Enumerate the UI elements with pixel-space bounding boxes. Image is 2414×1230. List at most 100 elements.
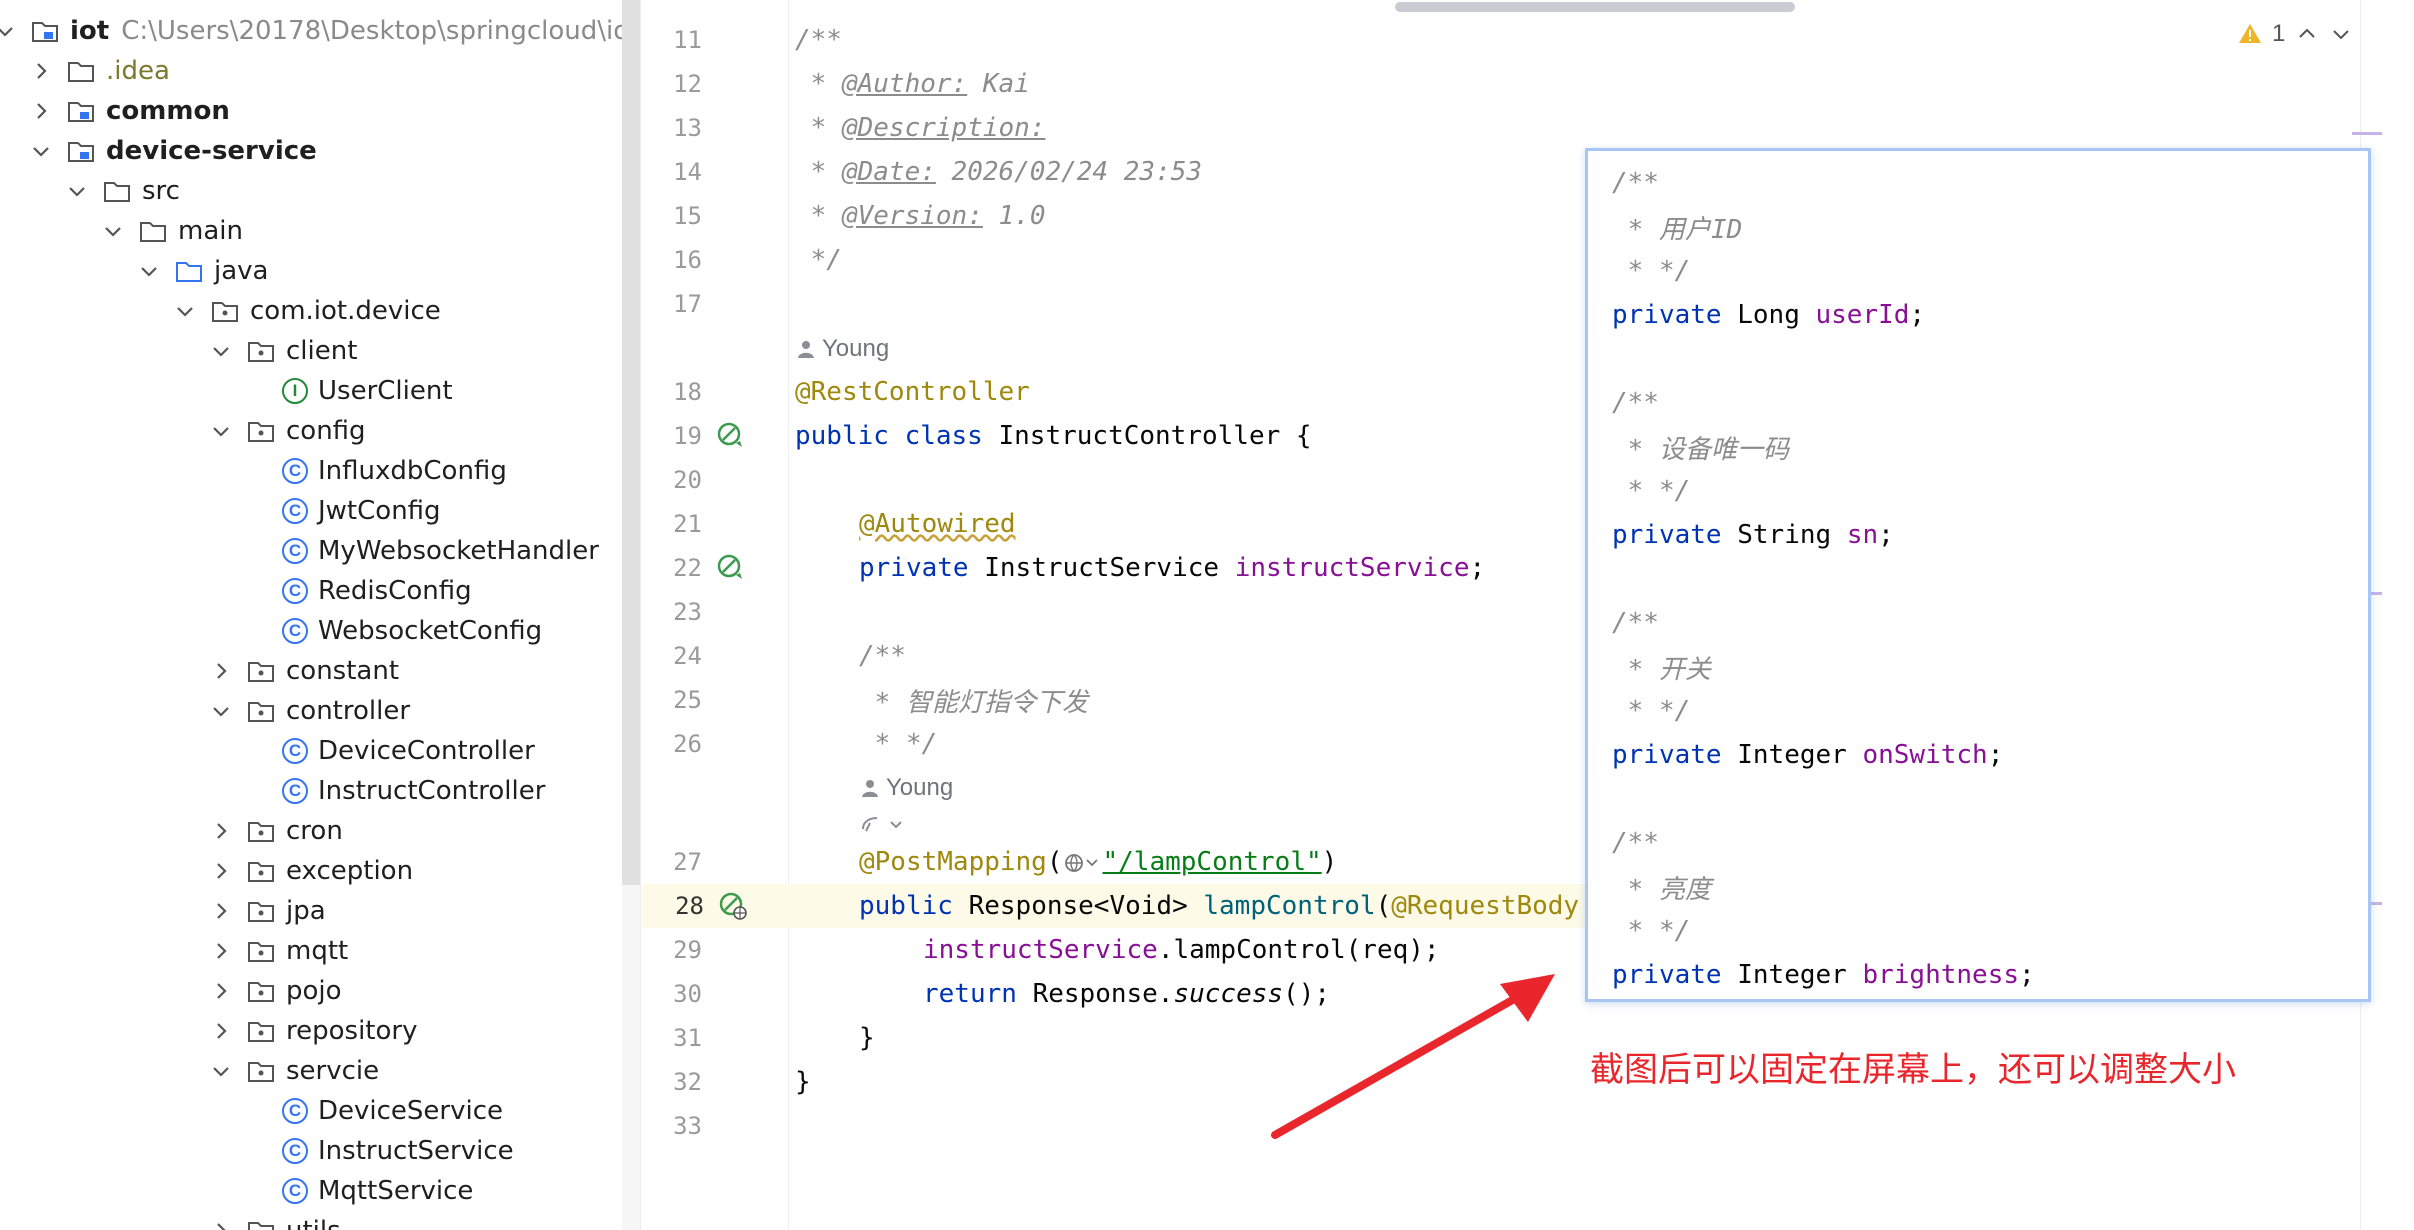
package-icon: [246, 976, 276, 1006]
tree-item-mywebsockethandler[interactable]: C MyWebsocketHandler: [246, 531, 622, 571]
class-icon: C: [282, 498, 308, 524]
tree-item-utils[interactable]: utils: [210, 1211, 622, 1230]
chevron-right-icon[interactable]: [210, 980, 232, 1002]
spring-bean-icon[interactable]: [716, 553, 746, 583]
tree-item-label: repository: [286, 1016, 418, 1046]
tree-item-label: RedisConfig: [318, 576, 472, 606]
package-icon: [246, 656, 276, 686]
chevron-down-icon[interactable]: [210, 700, 232, 722]
tree-item-influxdbconfig[interactable]: C InfluxdbConfig: [246, 451, 622, 491]
chevron-down-icon[interactable]: [210, 420, 232, 442]
chevron-right-icon[interactable]: [210, 660, 232, 682]
pinned-code-line: private String sn;: [1612, 513, 1894, 557]
tree-item-java[interactable]: java: [138, 251, 622, 291]
author-inlay-hint[interactable]: Young: [860, 770, 953, 806]
package-icon: [246, 816, 276, 846]
editor-horizontal-scrollbar[interactable]: [1395, 2, 1795, 12]
tree-item-label: client: [286, 336, 358, 366]
tree-item-servcie[interactable]: servcie: [210, 1051, 622, 1091]
tree-item-instructservice[interactable]: C InstructService: [246, 1131, 622, 1171]
tree-item-idea[interactable]: .idea: [30, 51, 622, 91]
tree-item-common[interactable]: common: [30, 91, 622, 131]
string-literal[interactable]: "/lampControl": [1103, 847, 1322, 877]
user-icon: [862, 780, 878, 797]
pinned-code-line: * */: [1612, 249, 1691, 293]
code-line[interactable]: 13 * @Description:: [640, 106, 2360, 150]
chevron-right-icon[interactable]: [210, 1220, 232, 1230]
tree-item-config[interactable]: config: [210, 411, 622, 451]
spring-bean-icon[interactable]: [716, 421, 746, 451]
chevron-down-icon[interactable]: [138, 260, 160, 282]
tree-item-deviceservice[interactable]: C DeviceService: [246, 1091, 622, 1131]
author-name: Young: [822, 335, 890, 362]
code-text: *: [795, 157, 842, 187]
globe-icon[interactable]: [1063, 850, 1103, 876]
tree-item-main[interactable]: main: [102, 211, 622, 251]
tree-item-mqtt[interactable]: mqtt: [210, 931, 622, 971]
chevron-down-icon[interactable]: [210, 1060, 232, 1082]
tree-item-pojo[interactable]: pojo: [210, 971, 622, 1011]
code-text: }: [859, 1023, 875, 1053]
chevron-down-icon[interactable]: [174, 300, 196, 322]
tree-item-label: com.iot.device: [250, 296, 441, 326]
line-number: 21: [673, 510, 702, 538]
pinned-type: String: [1721, 520, 1847, 550]
package-icon: [210, 296, 240, 326]
tree-item-label: MqttService: [318, 1176, 474, 1206]
code-text: /**: [795, 25, 842, 55]
line-number: 24: [673, 642, 702, 670]
tree-item-label: InstructController: [318, 776, 546, 806]
chevron-down-icon[interactable]: [210, 340, 232, 362]
tree-item-jwtconfig[interactable]: C JwtConfig: [246, 491, 622, 531]
class-icon: C: [282, 538, 308, 564]
chevron-down-icon[interactable]: [102, 220, 124, 242]
chevron-right-icon[interactable]: [210, 860, 232, 882]
line-number: 29: [673, 936, 702, 964]
pinned-doc-text: /**: [1612, 388, 1659, 418]
tree-item-instructcontroller[interactable]: C InstructController: [246, 771, 622, 811]
tree-item-package-root[interactable]: com.iot.device: [174, 291, 622, 331]
tree-item-mqttservice[interactable]: C MqttService: [246, 1171, 622, 1211]
code-line[interactable]: 11 /**: [640, 18, 2360, 62]
tree-item-client[interactable]: client: [210, 331, 622, 371]
tree-item-userclient[interactable]: I UserClient: [246, 371, 622, 411]
tree-item-exception[interactable]: exception: [210, 851, 622, 891]
tree-item-iot[interactable]: iot C:\Users\20178\Desktop\springcloud\i…: [0, 11, 622, 51]
chevron-right-icon[interactable]: [210, 940, 232, 962]
tree-item-jpa[interactable]: jpa: [210, 891, 622, 931]
tree-item-controller[interactable]: controller: [210, 691, 622, 731]
chevron-right-icon[interactable]: [210, 900, 232, 922]
doc-tag: @Author:: [841, 69, 968, 99]
chevron-down-icon[interactable]: [0, 20, 16, 42]
tree-item-src[interactable]: src: [66, 171, 622, 211]
tree-item-constant[interactable]: constant: [210, 651, 622, 691]
pinned-doc-text: * */: [1612, 696, 1691, 726]
project-tree[interactable]: iot C:\Users\20178\Desktop\springcloud\i…: [0, 0, 622, 1230]
tree-item-websocketconfig[interactable]: C WebsocketConfig: [246, 611, 622, 651]
chevron-down-icon[interactable]: [66, 180, 88, 202]
chevron-right-icon[interactable]: [30, 100, 52, 122]
pinned-doc-text: * */: [1612, 476, 1691, 506]
tree-scrollbar-thumb[interactable]: [622, 0, 640, 885]
field-name: instructService: [1234, 553, 1470, 583]
chevron-right-icon[interactable]: [210, 1020, 232, 1042]
tree-item-cron[interactable]: cron: [210, 811, 622, 851]
tree-item-devicecontroller[interactable]: C DeviceController: [246, 731, 622, 771]
class-icon: C: [282, 1138, 308, 1164]
chevron-right-icon[interactable]: [30, 60, 52, 82]
endpoint-hint[interactable]: [860, 806, 912, 842]
pinned-code-line: * */: [1612, 689, 1691, 733]
endpoint-gutter-icon[interactable]: [718, 891, 748, 921]
change-marker[interactable]: [2352, 132, 2382, 135]
chevron-down-icon[interactable]: [30, 140, 52, 162]
line-number: 13: [673, 114, 702, 142]
pinned-keyword: private: [1612, 520, 1722, 550]
tree-item-redisconfig[interactable]: C RedisConfig: [246, 571, 622, 611]
tree-item-device-service[interactable]: device-service: [30, 131, 622, 171]
class-icon: C: [282, 738, 308, 764]
author-inlay-hint[interactable]: Young: [796, 331, 889, 367]
code-line[interactable]: 12 * @Author: Kai: [640, 62, 2360, 106]
chevron-right-icon[interactable]: [210, 820, 232, 842]
pinned-screenshot[interactable]: /** * 用户ID * */ private Long userId; /** *…: [1585, 148, 2371, 1002]
tree-item-repository[interactable]: repository: [210, 1011, 622, 1051]
